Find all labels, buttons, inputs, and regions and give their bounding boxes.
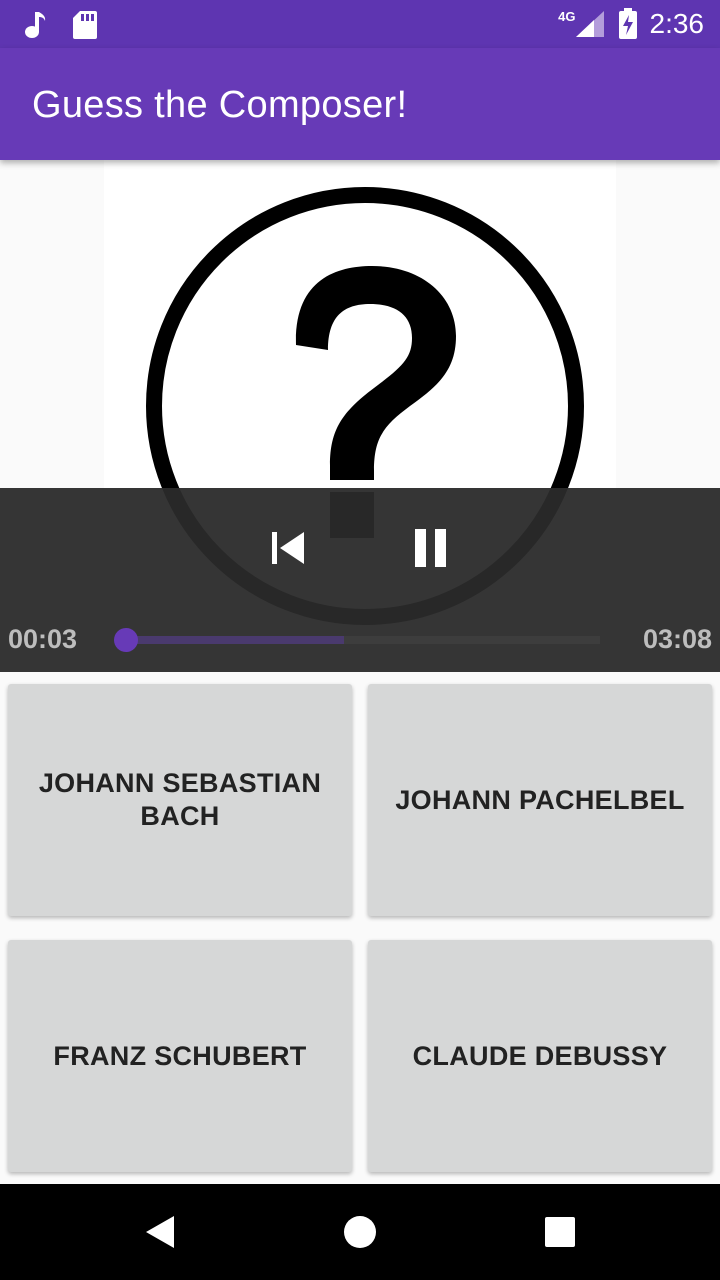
seek-buffered — [126, 636, 345, 644]
home-icon[interactable] — [336, 1208, 384, 1256]
status-bar: 4G 2:36 — [0, 0, 720, 48]
answer-button-2[interactable]: JOHANN PACHELBEL — [368, 684, 712, 916]
status-left-icons — [24, 10, 98, 40]
back-icon[interactable] — [136, 1208, 184, 1256]
answer-button-4[interactable]: CLAUDE DEBUSSY — [368, 940, 712, 1172]
answer-button-3[interactable]: FRANZ SCHUBERT — [8, 940, 352, 1172]
media-player: 00:03 03:08 — [0, 160, 720, 672]
seek-bar[interactable] — [114, 628, 600, 652]
player-controls: 00:03 03:08 — [0, 488, 720, 672]
battery-charging-icon — [618, 8, 637, 39]
pause-icon[interactable] — [406, 524, 454, 572]
recents-icon[interactable] — [536, 1208, 584, 1256]
navigation-bar — [0, 1184, 720, 1280]
seek-thumb[interactable] — [114, 628, 138, 652]
app-title: Guess the Composer! — [32, 84, 408, 126]
answer-label: CLAUDE DEBUSSY — [412, 1040, 668, 1071]
app-bar: Guess the Composer! — [0, 48, 720, 160]
previous-icon[interactable] — [264, 524, 312, 572]
signal-icon — [575, 11, 604, 37]
duration-time: 03:08 — [642, 624, 712, 654]
sd-card-icon — [73, 11, 97, 39]
music-note-icon — [25, 12, 46, 38]
network-type-label: 4G — [558, 8, 576, 24]
answer-label: FRANZ SCHUBERT — [53, 1040, 307, 1071]
answer-label: JOHANN SEBASTIAN BACH — [38, 768, 322, 831]
current-time: 00:03 — [8, 624, 78, 654]
status-time: 2:36 — [649, 8, 705, 39]
status-right-icons: 4G 2:36 — [558, 8, 704, 40]
answer-label: JOHANN PACHELBEL — [395, 784, 685, 815]
answer-button-1[interactable]: JOHANN SEBASTIAN BACH — [8, 684, 352, 916]
